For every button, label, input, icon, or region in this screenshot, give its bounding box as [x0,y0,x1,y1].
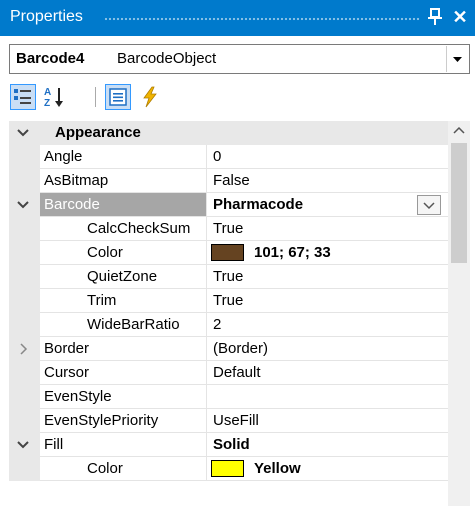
alphabetical-button[interactable]: A Z [42,84,68,110]
color-swatch [211,244,244,261]
property-name: EvenStylePriority [44,412,159,429]
property-value[interactable]: 0 [213,145,221,168]
properties-toolbar: A Z [9,80,470,114]
property-row-border[interactable]: Border (Border) [9,337,448,361]
sort-az-icon: A Z [44,87,63,109]
property-value[interactable]: (Border) [213,337,268,360]
object-type: BarcodeObject [117,50,217,67]
chevron-down-icon[interactable] [446,46,468,72]
property-value[interactable]: False [213,169,250,192]
property-value[interactable]: Yellow [254,457,301,480]
property-name: Cursor [44,364,90,381]
property-value[interactable]: True [213,289,243,312]
properties-view-button[interactable] [105,84,131,110]
vertical-scrollbar[interactable] [448,121,470,506]
chevron-down-icon [423,202,435,210]
property-row-angle[interactable]: Angle 0 [9,145,448,169]
pin-icon[interactable] [425,5,445,29]
property-value[interactable]: 101; 67; 33 [254,241,331,264]
property-name: CalcCheckSum [87,220,191,237]
value-dropdown-button[interactable] [417,195,441,215]
property-value[interactable]: Default [213,361,261,384]
property-value[interactable]: UseFill [213,409,259,432]
property-row-quietzone[interactable]: QuietZone True [9,265,448,289]
property-row-asbitmap[interactable]: AsBitmap False [9,169,448,193]
property-name: Fill [44,436,64,453]
toolbar-separator [95,87,96,107]
property-name: EvenStyle [44,388,112,405]
color-swatch [211,460,244,477]
property-row-calccheck[interactable]: CalcCheckSum True [9,217,448,241]
scroll-up-icon[interactable] [448,121,470,141]
category-label: Appearance [55,124,141,141]
panel-title: Properties [10,8,83,25]
object-name: Barcode4 [16,50,85,67]
property-row-barcode[interactable]: Barcode Pharmacode [9,193,448,217]
property-value[interactable]: True [213,265,243,288]
svg-text:Z: Z [44,98,50,109]
drag-grip[interactable] [104,17,420,21]
property-value[interactable]: 2 [213,313,221,336]
properties-titlebar: Properties ✕ [0,0,475,36]
svg-text:A: A [44,87,51,98]
property-value[interactable]: True [213,217,243,240]
property-row-trim[interactable]: Trim True [9,289,448,313]
property-name: Color [87,244,123,261]
property-row-evenstyle[interactable]: EvenStyle [9,385,448,409]
chevron-down-icon[interactable] [11,193,35,217]
property-name: Angle [44,148,83,165]
events-button[interactable] [137,84,163,110]
property-name: Color [87,460,123,477]
property-name: Trim [87,292,117,309]
property-row-evenstylepriority[interactable]: EvenStylePriority UseFill [9,409,448,433]
property-grid: Appearance Angle 0 AsBitmap False Barcod… [9,121,470,506]
category-row-appearance[interactable]: Appearance [9,121,448,145]
categorized-button[interactable] [10,84,36,110]
property-name: WideBarRatio [87,316,180,333]
property-value[interactable]: Solid [213,433,250,456]
property-row-fill-color[interactable]: Color Yellow [9,457,448,481]
object-selector[interactable]: Barcode4 BarcodeObject [9,44,470,74]
property-row-cursor[interactable]: Cursor Default [9,361,448,385]
property-name: QuietZone [87,268,158,285]
property-name: Barcode [44,196,100,213]
property-value[interactable]: Pharmacode [213,193,303,216]
chevron-down-icon[interactable] [11,433,35,457]
property-pages-icon [109,88,127,106]
lightning-icon [143,86,157,108]
property-name: AsBitmap [44,172,109,189]
property-row-fill[interactable]: Fill Solid [9,433,448,457]
property-name: Border [44,340,90,357]
chevron-down-icon[interactable] [11,121,35,145]
property-row-widebarratio[interactable]: WideBarRatio 2 [9,313,448,337]
property-row-color[interactable]: Color 101; 67; 33 [9,241,448,265]
chevron-right-icon[interactable] [11,337,35,361]
categorized-icon [14,89,31,104]
close-icon[interactable]: ✕ [449,4,471,30]
scrollbar-thumb[interactable] [451,143,467,263]
